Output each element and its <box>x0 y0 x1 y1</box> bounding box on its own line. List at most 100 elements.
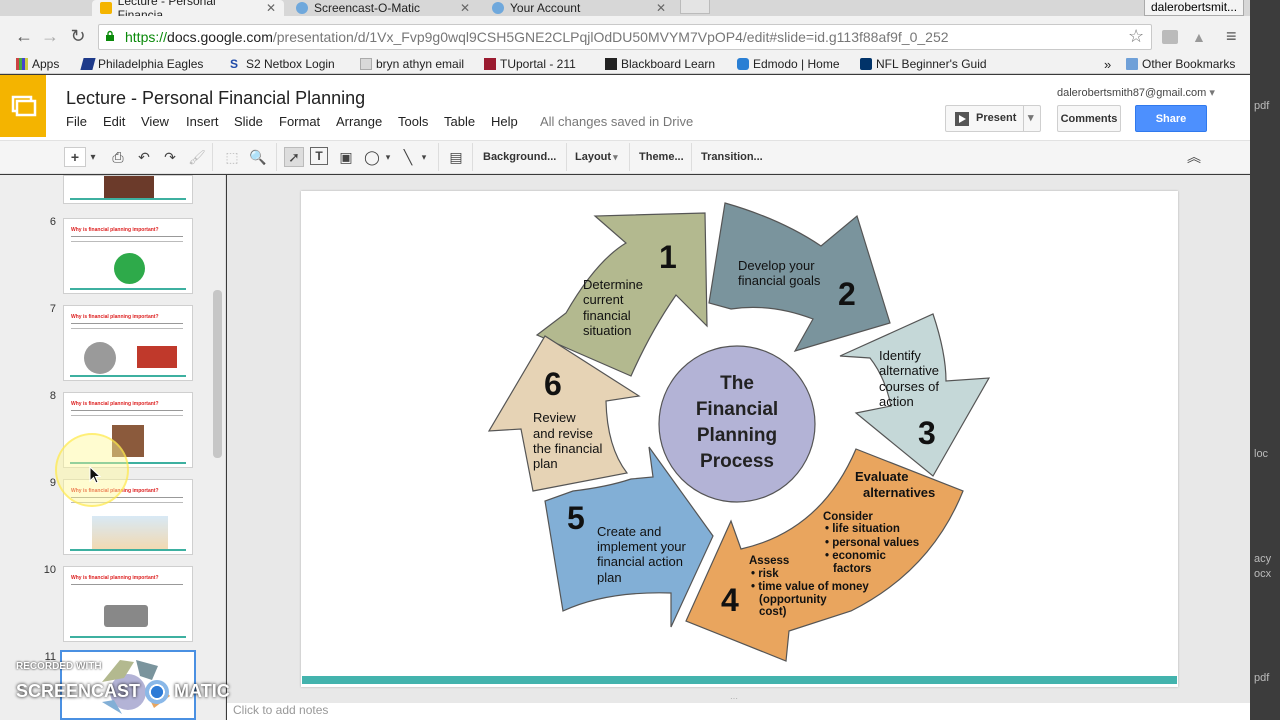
bookmark-netbox[interactable]: S S2 Netbox Login <box>230 55 335 73</box>
step-6-line: plan <box>533 456 558 471</box>
chevron-down-icon[interactable]: ▾ <box>1028 111 1034 124</box>
thumbnail-title: Why is financial planning important? <box>71 314 159 320</box>
zoom-icon[interactable]: 🔍 <box>248 147 268 167</box>
step-5-line: Create and <box>597 524 661 539</box>
slide-thumbnail-6[interactable]: Why is financial planning important? <box>63 218 193 294</box>
address-bar[interactable]: https://docs.google.com/presentation/d/1… <box>98 24 1152 50</box>
menu-format[interactable]: Format <box>279 114 320 129</box>
background-window: pdf loc acy ocx pdf <box>1250 0 1280 720</box>
drive-extension-icon[interactable]: ▲ <box>1192 29 1206 45</box>
chevron-down-icon[interactable]: ▾ <box>418 147 430 167</box>
step-1-number: 1 <box>659 239 677 275</box>
divider <box>276 143 277 171</box>
bookmark-label: Philadelphia Eagles <box>98 57 204 71</box>
document-title[interactable]: Lecture - Personal Financial Planning <box>66 88 365 109</box>
collapse-chevron-up-icon[interactable]: ︽ <box>1184 147 1204 167</box>
paint-format-icon[interactable]: 🖌 <box>187 147 207 167</box>
bookmark-eagles[interactable]: Philadelphia Eagles <box>80 55 204 73</box>
step-4-number: 4 <box>721 582 739 618</box>
transition-button[interactable]: Transition... <box>701 146 763 168</box>
textbox-icon[interactable]: T <box>310 147 328 165</box>
account-email[interactable]: dalerobertsmith87@gmail.com ▾ <box>1057 86 1215 99</box>
tab-account[interactable]: Your Account ✕ <box>484 0 674 16</box>
background-button[interactable]: Background... <box>483 146 556 168</box>
comments-button[interactable]: Comments <box>1057 105 1121 132</box>
resize-handle-icon[interactable]: ⋯ <box>730 695 748 703</box>
step-3-line: alternative <box>879 363 939 378</box>
reload-icon[interactable]: ↻ <box>68 26 88 47</box>
chevron-down-icon[interactable]: ▾ <box>382 147 394 167</box>
tab-screencast[interactable]: Screencast-O-Matic ✕ <box>288 0 478 16</box>
bookmark-label: Edmodo | Home <box>753 57 840 71</box>
nfl-icon <box>860 58 872 70</box>
background-text: acy <box>1254 553 1272 565</box>
menu-edit[interactable]: Edit <box>103 114 125 129</box>
mouse-cursor-icon <box>89 466 101 484</box>
menu-help[interactable]: Help <box>491 114 518 129</box>
share-button[interactable]: Share <box>1135 105 1207 132</box>
chevron-down-icon[interactable]: ▾ <box>86 147 100 167</box>
bookmark-other[interactable]: Other Bookmarks <box>1126 55 1235 73</box>
chevron-down-icon: ▾ <box>613 151 618 162</box>
slide-canvas[interactable]: The Financial Planning Process 1 Determi… <box>301 191 1178 687</box>
center-line-2: Financial <box>696 399 778 420</box>
menu-tools[interactable]: Tools <box>398 114 428 129</box>
menu-icon[interactable]: ≡ <box>1226 26 1237 47</box>
print-icon[interactable]: ⎙ <box>108 147 128 167</box>
slide-number: 10 <box>43 564 56 576</box>
bookmark-tuportal[interactable]: TUportal - 211 <box>484 55 576 73</box>
line-icon[interactable]: ╲ <box>398 147 418 167</box>
tab-lecture[interactable]: Lecture - Personal Financia ✕ <box>92 0 284 22</box>
slide-thumbnail-5[interactable] <box>63 175 193 204</box>
extension-icon[interactable] <box>1162 30 1178 44</box>
bookmark-apps[interactable]: Apps <box>16 55 59 73</box>
close-icon[interactable]: ✕ <box>266 1 276 15</box>
bookmark-nfl[interactable]: NFL Beginner's Guid <box>860 55 987 73</box>
step-5-line: plan <box>597 570 622 585</box>
present-button[interactable]: Present ▾ <box>945 105 1041 132</box>
theme-button[interactable]: Theme... <box>639 146 684 168</box>
back-arrow-icon[interactable]: ← <box>14 26 34 47</box>
bookmarks-overflow-button[interactable]: » <box>1104 55 1111 73</box>
speaker-notes[interactable]: Click to add notes <box>227 703 1250 720</box>
watermark-recorded-with: RECORDED WITH <box>16 661 102 672</box>
menu-table[interactable]: Table <box>444 114 475 129</box>
new-tab-button[interactable] <box>680 0 710 14</box>
menu-insert[interactable]: Insert <box>186 114 219 129</box>
step-3-line: Identify <box>879 348 921 363</box>
redo-icon[interactable]: ↷ <box>160 147 180 167</box>
image-icon[interactable]: ▣ <box>336 147 356 167</box>
slides-logo[interactable] <box>0 75 46 137</box>
filmstrip-scrollbar[interactable] <box>213 290 222 458</box>
assess-item: • time value of money <box>751 581 869 593</box>
undo-icon[interactable]: ↶ <box>134 147 154 167</box>
zoom-fit-icon[interactable]: ⬚ <box>222 147 242 167</box>
bookmark-bryn-athyn[interactable]: bryn athyn email <box>360 55 464 73</box>
profile-button[interactable]: dalerobertsmit... <box>1144 0 1244 16</box>
forward-arrow-icon[interactable]: → <box>40 26 60 47</box>
step-5-line: implement your <box>597 539 687 554</box>
menu-arrange[interactable]: Arrange <box>336 114 382 129</box>
menu-file[interactable]: File <box>66 114 87 129</box>
s2-icon: S <box>230 57 239 71</box>
slide-number: 9 <box>49 477 56 489</box>
slide-thumbnail-10[interactable]: Why is financial planning important? <box>63 566 193 642</box>
bookmark-edmodo[interactable]: Edmodo | Home <box>737 55 840 73</box>
menu-slide[interactable]: Slide <box>234 114 263 129</box>
watermark-brand: SCREENCAST MATIC <box>16 680 230 704</box>
slide-thumbnail-7[interactable]: Why is financial planning important? <box>63 305 193 381</box>
new-slide-plus-icon[interactable]: + <box>64 147 86 167</box>
select-cursor-icon[interactable]: ➚ <box>284 147 304 167</box>
close-icon[interactable]: ✕ <box>656 1 666 15</box>
menu-view[interactable]: View <box>141 114 169 129</box>
layout-button[interactable]: Layout ▾ <box>575 146 618 168</box>
bookmark-star-icon[interactable]: ☆ <box>1128 26 1144 47</box>
step-3-line: courses of <box>879 379 939 394</box>
shape-icon[interactable]: ◯ <box>362 147 382 167</box>
folder-icon <box>1126 58 1138 70</box>
bookmark-blackboard[interactable]: Blackboard Learn <box>605 55 715 73</box>
close-icon[interactable]: ✕ <box>460 1 470 15</box>
background-text: pdf <box>1254 100 1270 112</box>
comment-icon[interactable]: ▤ <box>446 147 466 167</box>
consider-title: Consider <box>823 511 873 523</box>
